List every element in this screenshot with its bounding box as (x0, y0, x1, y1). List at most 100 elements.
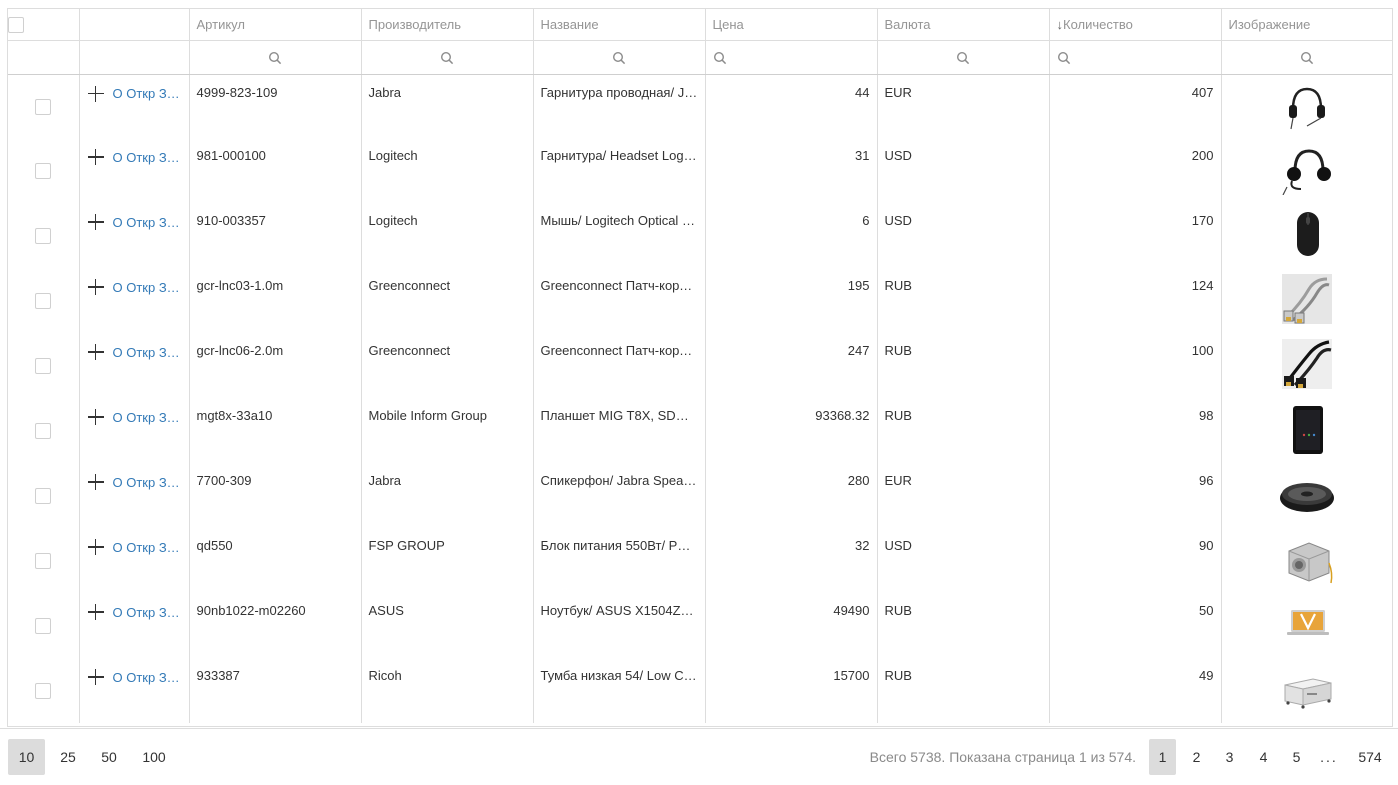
cell-image (1221, 138, 1392, 203)
cell-manufacturer: ASUS (361, 593, 534, 658)
open-link[interactable]: О Откр За... (113, 670, 182, 685)
expand-plus-icon[interactable] (87, 343, 105, 361)
page-1[interactable]: 1 (1149, 739, 1176, 775)
page-size-100[interactable]: 100 (134, 739, 174, 775)
open-link[interactable]: О Откр За... (113, 150, 182, 165)
expand-plus-icon[interactable] (87, 278, 105, 296)
table-row[interactable]: О Откр За... gcr-lnc06-2.0m Greenconnect Gr… (8, 333, 1392, 398)
cell-manufacturer: Mobile Inform Group (361, 398, 534, 463)
table-row[interactable]: О Откр За... 90nb1022-m02260 ASUS Ноутбук/ … (8, 593, 1392, 658)
expand-plus-icon[interactable] (87, 85, 105, 103)
cell-price: 93368.32 (705, 398, 878, 463)
cell-image (1221, 463, 1392, 528)
open-link[interactable]: О Откр За... (113, 345, 182, 360)
cell-name: Greenconnect Патч-корд п... (533, 333, 706, 398)
table-row[interactable]: О Откр За... 933387 Ricoh Тумба низкая 54/ … (8, 658, 1392, 723)
cell-article: gcr-lnc06-2.0m (189, 333, 362, 398)
row-checkbox[interactable] (35, 682, 52, 699)
headset-mic-icon (1282, 149, 1332, 195)
cell-currency: RUB (877, 398, 1050, 463)
cell-quantity: 100 (1049, 333, 1222, 398)
page-4[interactable]: 4 (1250, 739, 1277, 775)
page-5[interactable]: 5 (1283, 739, 1310, 775)
filter-manufacturer[interactable] (361, 40, 534, 75)
expand-plus-icon[interactable] (87, 213, 105, 231)
table-row[interactable]: О Откр За... gcr-lnc03-1.0m Greenconnect Gr… (8, 268, 1392, 333)
open-link[interactable]: О Откр За... (113, 86, 182, 101)
header-price[interactable]: Цена (705, 9, 878, 41)
filter-name[interactable] (533, 40, 706, 75)
table-row[interactable]: О Откр За... 910-003357 Logitech Мышь/ Logi… (8, 203, 1392, 268)
header-manufacturer[interactable]: Производитель (361, 9, 534, 41)
search-icon (713, 51, 726, 64)
header-name[interactable]: Название (533, 9, 706, 41)
table-row[interactable]: О Откр За... 981-000100 Logitech Гарнитура/… (8, 138, 1392, 203)
page-2[interactable]: 2 (1183, 739, 1210, 775)
filter-price[interactable] (705, 40, 878, 75)
filter-image[interactable] (1221, 40, 1392, 75)
headset-icon (1289, 87, 1326, 129)
filter-quantity[interactable] (1049, 40, 1222, 75)
cell-article: mgt8x-33a10 (189, 398, 362, 463)
patch-cord-black-icon (1282, 339, 1333, 389)
expand-plus-icon[interactable] (87, 668, 105, 686)
filter-article[interactable] (189, 40, 362, 75)
table-row[interactable]: О Откр За... mgt8x-33a10 Mobile Inform Gro… (8, 398, 1392, 463)
pager-info: Всего 5738. Показана страница 1 из 574. (869, 749, 1136, 765)
row-actions-cell: О Откр За... (79, 658, 190, 723)
search-icon (440, 51, 454, 64)
header-currency[interactable]: Валюта (877, 9, 1050, 41)
power-supply-icon (1288, 542, 1333, 584)
expand-plus-icon[interactable] (87, 538, 105, 556)
header-article[interactable]: Артикул (189, 9, 362, 41)
open-link[interactable]: О Откр За... (113, 475, 182, 490)
table-row[interactable]: О Откр За... 7700-309 Jabra Спикерфон/ Jabr… (8, 463, 1392, 528)
row-checkbox[interactable] (35, 227, 52, 244)
header-quantity[interactable]: ↓ Количество (1049, 9, 1222, 41)
row-checkbox[interactable] (35, 552, 52, 569)
row-checkbox[interactable] (35, 617, 52, 634)
header-image[interactable]: Изображение (1221, 9, 1392, 41)
cell-quantity: 407 (1049, 74, 1222, 138)
header-row: Артикул Производитель Название Цена Валю… (8, 9, 1392, 41)
open-link[interactable]: О Откр За... (113, 540, 182, 555)
row-actions-cell: О Откр За... (79, 268, 190, 333)
page-size-10[interactable]: 10 (8, 739, 45, 775)
page-size-50[interactable]: 50 (92, 739, 126, 775)
grid-table: Артикул Производитель Название Цена Валю… (8, 9, 1392, 723)
row-actions-cell: О Откр За... (79, 333, 190, 398)
open-link[interactable]: О Откр За... (113, 280, 182, 295)
row-checkbox[interactable] (35, 422, 52, 439)
search-icon (1057, 51, 1070, 64)
cell-currency: RUB (877, 658, 1050, 723)
table-row[interactable]: О Откр За... qd550 FSP GROUP Блок питания 5… (8, 528, 1392, 593)
cell-price: 49490 (705, 593, 878, 658)
laptop-icon (1287, 610, 1330, 635)
cell-article: qd550 (189, 528, 362, 593)
row-checkbox[interactable] (35, 98, 52, 115)
open-link[interactable]: О Откр За... (113, 410, 182, 425)
row-checkbox[interactable] (35, 357, 52, 374)
cell-price: 247 (705, 333, 878, 398)
filter-currency[interactable] (877, 40, 1050, 75)
search-icon (956, 51, 970, 64)
expand-plus-icon[interactable] (87, 148, 105, 166)
row-checkbox[interactable] (35, 292, 52, 309)
expand-plus-icon[interactable] (87, 408, 105, 426)
table-row[interactable]: О Откр За... 4999-823-109 Jabra Гарнитура п… (8, 74, 1392, 138)
select-all-checkbox[interactable] (8, 16, 24, 33)
row-actions-cell: О Откр За... (79, 528, 190, 593)
search-icon (268, 51, 282, 64)
page-size-25[interactable]: 25 (51, 739, 85, 775)
grid-body: О Откр За... 4999-823-109 Jabra Гарнитура п… (8, 74, 1392, 723)
row-checkbox[interactable] (35, 162, 52, 179)
row-select-cell (8, 333, 80, 398)
cell-article: 7700-309 (189, 463, 362, 528)
page-3[interactable]: 3 (1216, 739, 1243, 775)
row-checkbox[interactable] (35, 487, 52, 504)
open-link[interactable]: О Откр За... (113, 605, 182, 620)
open-link[interactable]: О Откр За... (113, 215, 182, 230)
page-574[interactable]: 574 (1352, 739, 1388, 775)
expand-plus-icon[interactable] (87, 603, 105, 621)
expand-plus-icon[interactable] (87, 473, 105, 491)
